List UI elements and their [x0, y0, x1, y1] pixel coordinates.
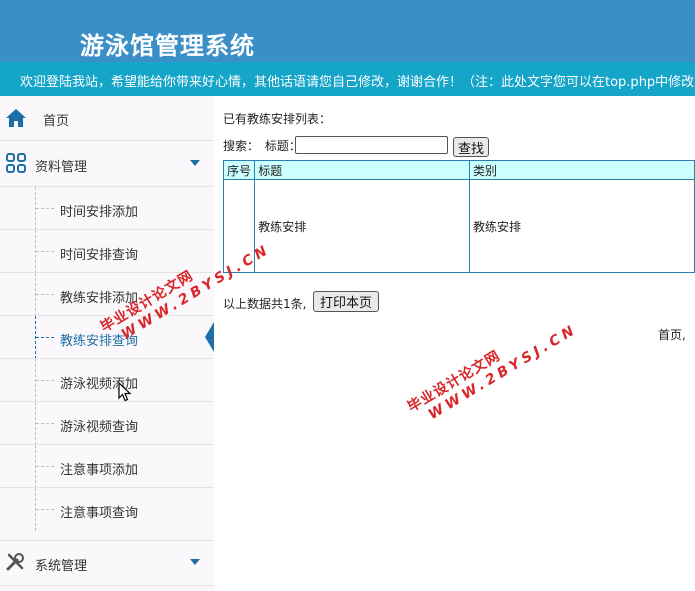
sidebar-item-time-schedule-add[interactable]: 时间安排添加 — [0, 186, 214, 230]
sidebar-item-label: 注意事项查询 — [60, 506, 139, 521]
sidebar-item-label: 教练安排添加 — [60, 291, 139, 306]
sidebar-item-notice-query[interactable]: 注意事项查询 — [0, 487, 214, 531]
sidebar-item-notice-add[interactable]: 注意事项添加 — [0, 444, 214, 488]
search-bar: 搜索： 标题： — [223, 136, 448, 154]
column-header-category: 类别 — [468, 160, 695, 180]
sidebar-group-data-management[interactable]: 资料管理 — [0, 142, 214, 186]
app-title: 游泳馆管理系统 — [80, 31, 255, 60]
title-search-input[interactable] — [295, 136, 448, 154]
sidebar-group-label: 资料管理 — [35, 160, 88, 175]
list-title: 已有教练安排列表： — [223, 112, 332, 126]
main-content: 已有教练安排列表： 搜索： 标题： 查找 序号 标题 类别 教练安排 教练安排 … — [214, 96, 695, 591]
search-button[interactable]: 查找 — [453, 137, 489, 157]
search-label: 搜索： — [223, 139, 260, 153]
sidebar-item-swim-video-add[interactable]: 游泳视频添加 — [0, 358, 214, 402]
welcome-marquee: 欢迎登陆我站，希望能给你带来好心情，其他话语请您自己修改，谢谢合作！（注：此处文… — [0, 62, 695, 96]
chevron-down-icon — [190, 559, 200, 565]
chevron-down-icon — [190, 160, 200, 166]
cell-category: 教练安排 — [468, 179, 695, 273]
tools-icon — [6, 553, 24, 571]
record-summary: 以上数据共1条, — [223, 297, 307, 311]
table-header-row: 序号 标题 类别 — [222, 160, 695, 180]
sidebar-item-time-schedule-query[interactable]: 时间安排查询 — [0, 229, 214, 273]
sidebar-item-label: 时间安排添加 — [60, 205, 139, 220]
sidebar-item-label: 时间安排查询 — [60, 248, 139, 263]
column-header-title: 标题 — [254, 160, 470, 180]
sidebar-item-swim-video-query[interactable]: 游泳视频查询 — [0, 401, 214, 445]
sidebar-group-system-management[interactable]: 系统管理 — [0, 540, 214, 586]
active-indicator — [205, 322, 214, 352]
sidebar-item-home[interactable]: 首页 — [0, 96, 214, 141]
home-icon — [6, 109, 26, 127]
data-table: 序号 标题 类别 教练安排 教练安排 — [222, 160, 695, 273]
sidebar-item-label: 首页 — [43, 114, 70, 129]
sidebar: 首页 资料管理 时间安排添加 时间安排查询 教练安排添加 教练安排查询 游泳视频… — [0, 96, 215, 591]
mouse-cursor-icon — [118, 382, 132, 402]
cell-title: 教练安排 — [254, 179, 470, 273]
column-header-index: 序号 — [222, 160, 256, 180]
grid-icon — [6, 153, 26, 173]
pagination-first-link[interactable]: 首页, — [658, 326, 686, 343]
table-row[interactable]: 教练安排 教练安排 — [222, 179, 695, 273]
sidebar-group-label: 系统管理 — [35, 559, 88, 574]
sidebar-item-label: 注意事项添加 — [60, 463, 139, 478]
app-header: 游泳馆管理系统 — [0, 0, 695, 62]
print-page-button[interactable]: 打印本页 — [313, 291, 379, 312]
marquee-text: 欢迎登陆我站，希望能给你带来好心情，其他话语请您自己修改，谢谢合作！（注：此处文… — [20, 75, 695, 90]
sidebar-item-label: 游泳视频查询 — [60, 420, 139, 435]
